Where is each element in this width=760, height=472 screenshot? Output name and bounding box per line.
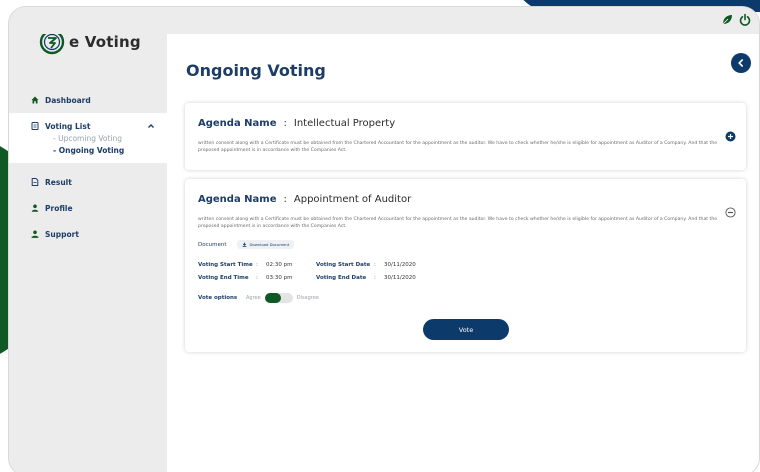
leaf-icon[interactable] bbox=[721, 14, 733, 26]
app-window: e Voting Dashboard Voting List - Upcomin… bbox=[8, 6, 760, 472]
end-time-value: 03:30 pm bbox=[266, 275, 293, 281]
sidebar-item-label: Result bbox=[45, 177, 72, 187]
agenda-separator: : bbox=[283, 194, 287, 205]
voting-start-row: Voting Start Time : 02:30 pm Voting Star… bbox=[198, 259, 416, 272]
vote-options-label: Vote options bbox=[198, 295, 238, 301]
sidebar-item-label: Dashboard bbox=[45, 95, 91, 105]
download-document-button[interactable]: Download Document bbox=[236, 240, 295, 249]
chevron-up-icon[interactable] bbox=[147, 122, 155, 130]
agenda-description: written consent along with a Certificate… bbox=[198, 217, 718, 229]
vote-button[interactable]: Vote bbox=[423, 319, 509, 340]
start-date-label: Voting Start Date bbox=[316, 262, 371, 268]
user-icon bbox=[31, 204, 39, 212]
minus-circle-icon[interactable] bbox=[725, 207, 736, 218]
download-icon bbox=[242, 242, 246, 247]
end-date-label: Voting End Date bbox=[316, 275, 367, 281]
top-bar bbox=[9, 7, 759, 34]
vote-toggle-knob bbox=[264, 293, 281, 303]
screen: e Voting Dashboard Voting List - Upcomin… bbox=[0, 0, 760, 472]
agenda-label: Agenda Name bbox=[198, 194, 277, 205]
document-icon bbox=[31, 122, 39, 130]
agree-label[interactable]: Agree bbox=[246, 295, 261, 301]
sidebar-subitem-upcoming[interactable]: - Upcoming Voting bbox=[9, 133, 167, 145]
agenda-description: written consent along with a Certificate… bbox=[198, 141, 718, 153]
document-label: Document bbox=[198, 241, 227, 248]
start-date-value: 30/11/2020 bbox=[384, 262, 416, 268]
vote-options-row: Vote options Agree Disagree bbox=[198, 293, 319, 303]
main-content: Ongoing Voting Agenda Name: Intellectual … bbox=[167, 34, 759, 472]
sidebar-item-label: Support bbox=[45, 229, 79, 239]
back-button[interactable] bbox=[731, 53, 751, 73]
colon: : bbox=[256, 275, 258, 281]
start-time-label: Voting Start Time bbox=[198, 262, 253, 268]
agenda-heading: Agenda Name: Appointment of Auditor bbox=[198, 194, 411, 205]
sidebar-item-label: Profile bbox=[45, 203, 73, 213]
colon: : bbox=[374, 262, 376, 268]
end-date-value: 30/11/2020 bbox=[384, 275, 416, 281]
sidebar-lower-items: Result Profile Support bbox=[9, 175, 167, 241]
start-time-value: 02:30 pm bbox=[266, 262, 293, 268]
home-icon bbox=[31, 96, 39, 104]
power-icon[interactable] bbox=[738, 13, 752, 27]
support-icon bbox=[31, 230, 39, 238]
plus-circle-icon[interactable] bbox=[725, 131, 736, 142]
sidebar: e Voting Dashboard Voting List - Upcomin… bbox=[9, 7, 167, 472]
colon: : bbox=[256, 262, 258, 268]
sidebar-item-profile[interactable]: Profile bbox=[9, 201, 167, 215]
agenda-card-expanded: Agenda Name: Appointment of Auditor writt… bbox=[185, 179, 746, 352]
sidebar-subitem-ongoing[interactable]: - Ongoing Voting bbox=[9, 145, 167, 157]
app-name: e Voting bbox=[69, 33, 141, 51]
colon: : bbox=[374, 275, 376, 281]
sidebar-item-result[interactable]: Result bbox=[9, 175, 167, 189]
download-document-label: Download Document bbox=[249, 242, 290, 247]
file-icon bbox=[31, 178, 39, 186]
vote-toggle[interactable] bbox=[264, 293, 293, 303]
sidebar-group-voting-list: Voting List - Upcoming Voting - Ongoing … bbox=[9, 113, 167, 163]
agenda-separator: : bbox=[283, 118, 287, 129]
end-time-label: Voting End Time bbox=[198, 275, 249, 281]
agenda-label: Agenda Name bbox=[198, 118, 277, 129]
voting-end-row: Voting End Time : 03:30 pm Voting End Da… bbox=[198, 272, 416, 285]
sidebar-item-support[interactable]: Support bbox=[9, 227, 167, 241]
agenda-card: Agenda Name: Intellectual Property writte… bbox=[185, 103, 746, 170]
agenda-heading: Agenda Name: Intellectual Property bbox=[198, 118, 395, 129]
sidebar-nav: Dashboard Voting List - Upcoming Voting … bbox=[9, 93, 167, 241]
sidebar-item-voting-list[interactable]: Voting List bbox=[9, 119, 167, 133]
agenda-value: Intellectual Property bbox=[293, 118, 396, 129]
page-title: Ongoing Voting bbox=[186, 61, 326, 80]
sidebar-item-dashboard[interactable]: Dashboard bbox=[9, 93, 167, 107]
disagree-label[interactable]: Disagree bbox=[297, 295, 319, 301]
agenda-value: Appointment of Auditor bbox=[293, 194, 412, 205]
voting-times: Voting Start Time : 02:30 pm Voting Star… bbox=[198, 259, 416, 285]
back-arrow-icon bbox=[738, 59, 743, 67]
sidebar-item-label: Voting List bbox=[45, 121, 91, 131]
document-row: Document Download Document bbox=[198, 240, 295, 249]
